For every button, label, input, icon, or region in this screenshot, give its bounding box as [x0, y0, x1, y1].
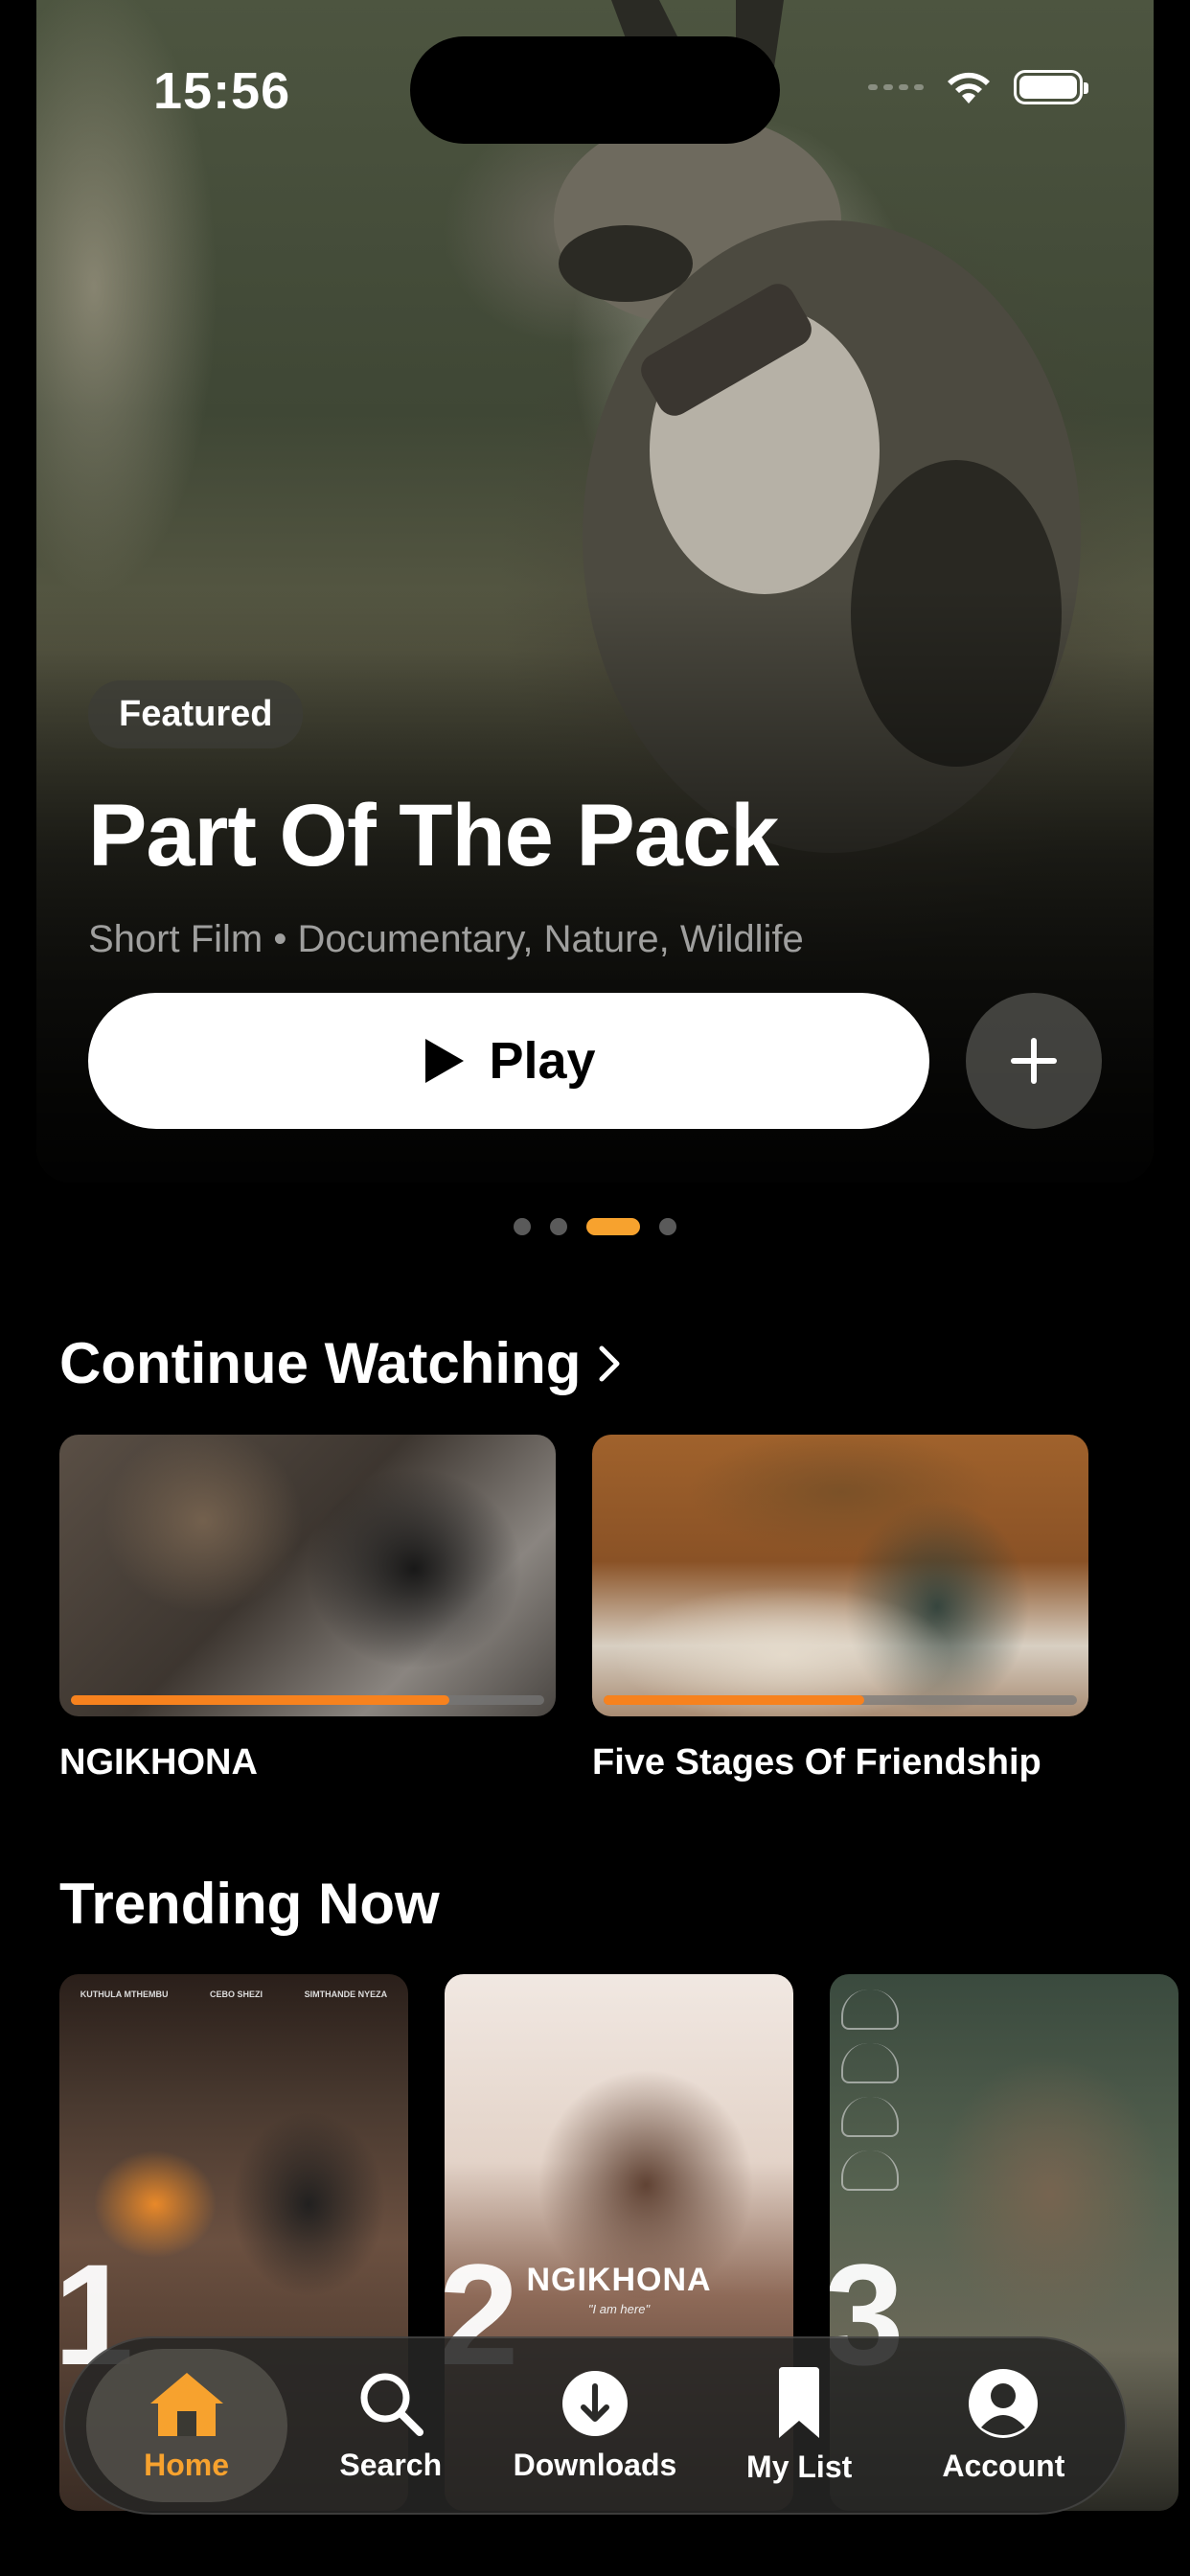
pager-dot[interactable] [659, 1218, 676, 1235]
featured-badge: Featured [88, 680, 304, 748]
continue-watching-title: Continue Watching [59, 1331, 582, 1395]
plus-icon [1011, 1038, 1057, 1084]
hero-meta: Short Film • Documentary, Nature, Wildli… [88, 918, 804, 960]
poster-credit: CEBO SHEZI [210, 1990, 263, 1999]
battery-icon [1014, 70, 1088, 104]
tab-bar: Home Search Downloads My List Account [63, 2336, 1127, 2515]
dynamic-island [410, 36, 780, 144]
continue-card-five-stages[interactable] [592, 1435, 1088, 1716]
continue-card-label: NGIKHONA [59, 1742, 258, 1782]
continue-watching-header[interactable]: Continue Watching [59, 1330, 621, 1396]
tab-label: Search [339, 2447, 443, 2482]
progress-fill [604, 1695, 864, 1705]
bookmark-icon [779, 2366, 820, 2438]
tab-downloads[interactable]: Downloads [494, 2349, 696, 2502]
tab-my-list[interactable]: My List [698, 2349, 900, 2502]
tab-label: Downloads [513, 2447, 677, 2482]
progress-fill [71, 1695, 450, 1705]
account-icon [969, 2368, 1039, 2438]
play-button-label: Play [489, 1032, 596, 1090]
progress-track [604, 1695, 1077, 1705]
play-icon [425, 1039, 465, 1083]
poster-credit: KUTHULA MTHEMBU [80, 1990, 169, 1999]
trending-title: Trending Now [59, 1872, 440, 1936]
chevron-right-icon [599, 1346, 620, 1381]
hero-title: Part Of The Pack [88, 787, 779, 885]
home-icon [149, 2372, 223, 2436]
search-icon [360, 2373, 423, 2436]
download-icon [561, 2370, 628, 2436]
tab-search[interactable]: Search [290, 2349, 492, 2502]
hero-pager[interactable] [514, 1218, 676, 1235]
poster-credit: SIMTHANDE NYEZA [304, 1990, 388, 1999]
continue-card-label: Five Stages Of Friendship [592, 1742, 1041, 1782]
wifi-icon [948, 72, 990, 104]
status-icons [868, 69, 1088, 105]
festival-laurels [834, 1982, 939, 2204]
pager-dot[interactable] [550, 1218, 567, 1235]
tab-account[interactable]: Account [903, 2349, 1104, 2502]
tab-label: Account [942, 2448, 1065, 2483]
pager-dot[interactable] [514, 1218, 531, 1235]
cellular-signal-icon [868, 84, 924, 90]
pager-dot-active[interactable] [586, 1218, 640, 1235]
progress-track [71, 1695, 544, 1705]
tab-label: My List [746, 2449, 853, 2484]
status-time: 15:56 [153, 62, 291, 120]
add-to-list-button[interactable] [966, 993, 1102, 1129]
tab-label: Home [144, 2447, 230, 2482]
tab-home[interactable]: Home [85, 2349, 287, 2502]
continue-card-ngikhona[interactable] [59, 1435, 556, 1716]
poster-credits: KUTHULA MTHEMBU CEBO SHEZI SIMTHANDE NYE… [59, 1990, 408, 1999]
play-button[interactable]: Play [88, 993, 929, 1129]
